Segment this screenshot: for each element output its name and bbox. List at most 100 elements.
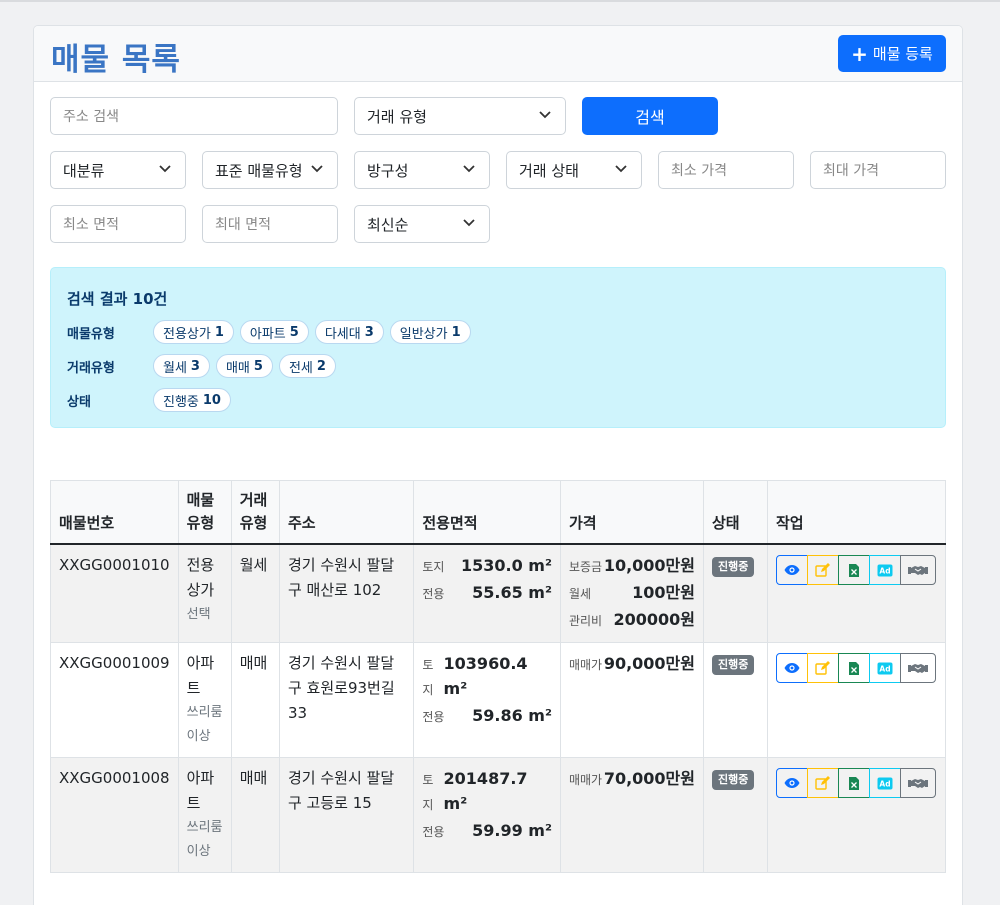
cell-actions: Ad (766, 642, 947, 758)
pill-count: 3 (190, 358, 200, 374)
col-header-deal[interactable]: 거래유형 (230, 480, 280, 545)
summary-pill[interactable]: 전용상가 1 (153, 320, 234, 344)
price-label: 보증금 (568, 560, 603, 574)
price-value: 10,000만원 (603, 556, 695, 575)
price-value: 200000원 (613, 610, 695, 629)
ad-icon: Ad (877, 777, 893, 789)
col-header-price[interactable]: 가격 (559, 480, 705, 545)
search-button[interactable]: 검색 (582, 97, 718, 135)
register-property-button[interactable]: + 매물 등록 (838, 35, 946, 72)
ad-icon: Ad (877, 564, 893, 576)
action-group: Ad (775, 555, 937, 585)
ad-button[interactable]: Ad (868, 555, 901, 585)
eye-icon (784, 778, 800, 788)
excel-export-button[interactable] (837, 555, 870, 585)
summary-row-type: 매물유형 전용상가 1 아파트 5 다세대 3 일반상가 1 (67, 320, 477, 344)
pill-name: 진행중 (163, 394, 199, 410)
land-label: 토지 (422, 658, 434, 697)
result-count: 검색 결과 10건 (67, 290, 168, 308)
table-row[interactable]: XXGG0001009 아파트 쓰리룸 이상 매매 경기 수원시 팔달구 효원로9… (50, 642, 947, 758)
max-area-input[interactable]: 최대 면적 (202, 205, 338, 243)
status-badge: 진행중 (712, 770, 755, 790)
land-value: 1530.0 m² (460, 556, 552, 575)
deal-button[interactable] (899, 555, 936, 585)
deal-button[interactable] (899, 653, 936, 683)
property-id: XXGG0001010 (59, 556, 170, 574)
land-label: 토지 (422, 773, 434, 812)
address-search-input[interactable]: 주소 검색 (50, 97, 338, 135)
summary-pill[interactable]: 매매 5 (215, 354, 273, 378)
summary-label: 상태 (67, 394, 91, 410)
deal-type-select[interactable]: 거래 유형 (354, 97, 566, 135)
table-row[interactable]: XXGG0001010 전용상가 선택 월세 경기 수원시 팔달구 매산로 102… (50, 543, 947, 643)
table-header-row: 매물번호 매물유형 거래유형 주소 전용면적 가격 상태 작업 (50, 480, 947, 545)
land-label: 토지 (422, 560, 445, 574)
deal-button[interactable] (899, 768, 936, 798)
pencil-square-icon (815, 660, 831, 675)
min-area-input[interactable]: 최소 면적 (50, 205, 186, 243)
exclusive-area: 전용 55.65 m² (422, 580, 552, 607)
view-button[interactable] (775, 653, 808, 683)
col-header-id[interactable]: 매물번호 (50, 480, 179, 545)
ad-button[interactable]: Ad (868, 768, 901, 798)
summary-pill[interactable]: 아파트 5 (239, 320, 309, 344)
category-select[interactable]: 대분류 (50, 151, 186, 189)
summary-pill[interactable]: 월세 3 (153, 354, 210, 378)
property-type-select[interactable]: 표준 매물유형 (202, 151, 338, 189)
pill-name: 일반상가 (399, 326, 448, 342)
handshake-icon (907, 565, 928, 575)
excel-export-button[interactable] (837, 768, 870, 798)
col-header-type[interactable]: 매물유형 (177, 480, 232, 545)
ad-button[interactable]: Ad (868, 653, 901, 683)
pill-name: 다세대 (324, 326, 361, 342)
cell-id: XXGG0001008 (50, 757, 179, 873)
cell-status: 진행중 (703, 757, 768, 873)
cell-deal: 월세 (230, 543, 280, 643)
room-select[interactable]: 방구성 (354, 151, 490, 189)
action-group: Ad (775, 653, 937, 683)
edit-button[interactable] (806, 555, 839, 585)
exclusive-area: 전용 59.86 m² (422, 703, 552, 730)
cell-area: 토지 1530.0 m² 전용 55.65 m² (413, 543, 561, 643)
exclusive-label: 전용 (422, 710, 445, 724)
svg-text:Ad: Ad (879, 664, 890, 673)
status-select[interactable]: 거래 상태 (506, 151, 642, 189)
col-header-status[interactable]: 상태 (703, 480, 768, 545)
summary-pill[interactable]: 전세 2 (278, 354, 336, 378)
cell-type: 아파트 쓰리룸 이상 (177, 757, 232, 873)
excel-export-button[interactable] (837, 653, 870, 683)
deal-type: 매매 (239, 654, 268, 672)
view-button[interactable] (775, 555, 808, 585)
cell-type: 아파트 쓰리룸 이상 (177, 642, 232, 758)
deal-type: 매매 (239, 769, 268, 787)
summary-pill[interactable]: 진행중 10 (153, 388, 231, 412)
property-subtype: 쓰리룸 이상 (186, 705, 223, 744)
max-price-input[interactable]: 최대 가격 (810, 151, 946, 189)
pill-count: 5 (289, 324, 299, 340)
exclusive-value: 59.86 m² (472, 706, 552, 725)
cell-status: 진행중 (703, 543, 768, 643)
summary-pill[interactable]: 일반상가 1 (389, 320, 471, 344)
summary-pill[interactable]: 다세대 3 (314, 320, 384, 344)
price-label: 매매가 (568, 658, 603, 672)
view-button[interactable] (775, 768, 808, 798)
svg-text:Ad: Ad (879, 566, 890, 575)
property-type: 아파트 (186, 769, 215, 812)
status-badge: 진행중 (712, 655, 755, 675)
address: 경기 수원시 팔달구 고등로 15 (287, 769, 395, 812)
listing-card: 매물 목록 + 매물 등록 주소 검색 거래 유형 검색 대분류 표준 매물유형… (33, 25, 963, 905)
min-price-input[interactable]: 최소 가격 (658, 151, 794, 189)
edit-button[interactable] (806, 653, 839, 683)
table-row[interactable]: XXGG0001008 아파트 쓰리룸 이상 매매 경기 수원시 팔달구 고등로 … (50, 757, 947, 873)
edit-button[interactable] (806, 768, 839, 798)
price-item: 월세 100만원 (569, 580, 695, 607)
col-header-area[interactable]: 전용면적 (413, 480, 561, 545)
summary-row-deal: 거래유형 월세 3 매매 5 전세 2 (67, 354, 342, 378)
sort-select[interactable]: 최신순 (354, 205, 490, 243)
pill-count: 2 (316, 358, 326, 374)
cell-price: 보증금 10,000만원 월세 100만원 관리비 200000원 (559, 543, 705, 643)
col-header-address[interactable]: 주소 (278, 480, 415, 545)
cell-type: 전용상가 선택 (177, 543, 232, 643)
cell-actions: Ad (766, 543, 947, 643)
card-header: 매물 목록 + 매물 등록 (34, 26, 962, 82)
